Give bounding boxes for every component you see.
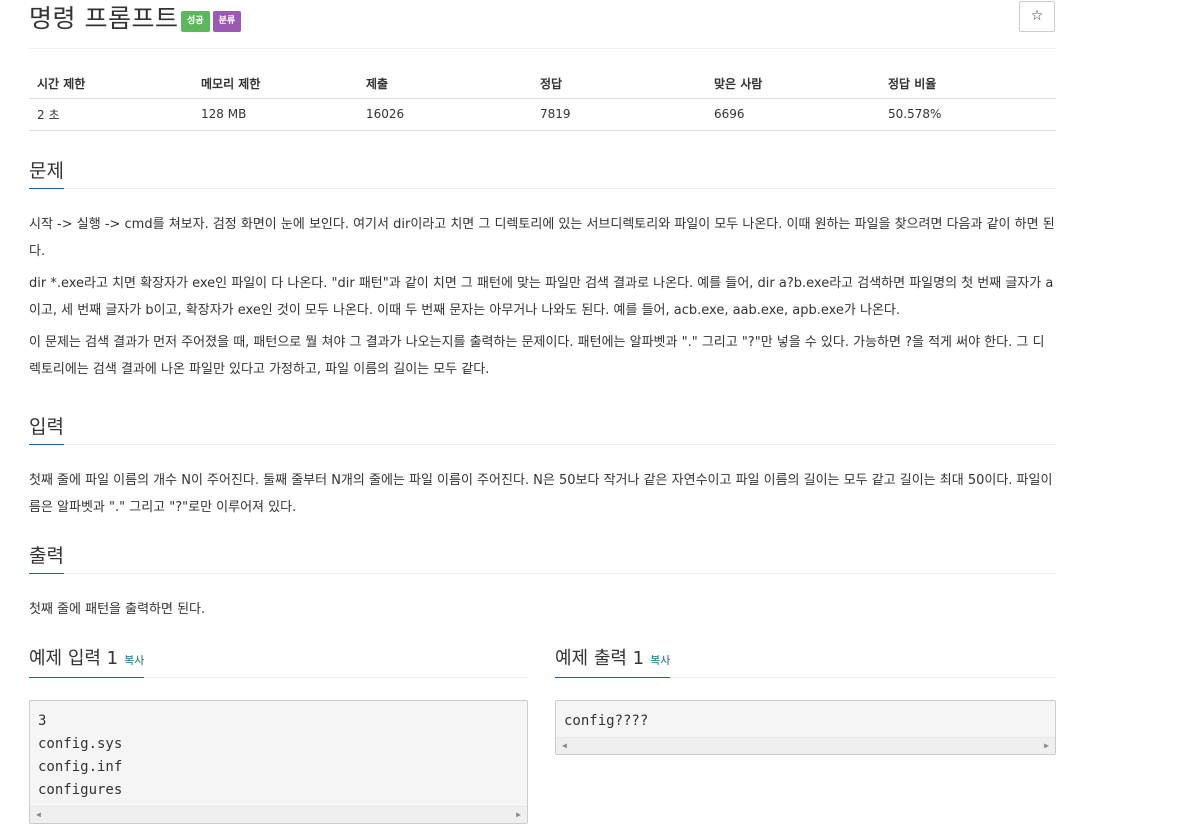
code-line: config.inf: [38, 759, 123, 775]
sample-output-heading-bar: 예제 출력 1 복사: [555, 640, 1056, 678]
description-paragraph: 이 문제는 검색 결과가 먼저 주어졌을 때, 패턴으로 뭘 쳐야 그 결과가 …: [29, 335, 1045, 377]
sample-input-lines: 3 config.sys config.inf configures: [30, 701, 527, 806]
description-body: 시작 -> 실행 -> cmd를 쳐보자. 검정 화면이 눈에 보인다. 여기서…: [29, 189, 1056, 383]
sample-input-panel: 예제 입력 1 복사 3 config.sys config.inf config…: [29, 640, 528, 824]
input-paragraph: 첫째 줄에 파일 이름의 개수 N이 주어진다. 둘째 줄부터 N개의 줄에는 …: [29, 473, 1053, 515]
output-body: 첫째 줄에 패턴을 출력하면 된다.: [29, 574, 1056, 623]
category-badge[interactable]: 분류: [212, 11, 242, 32]
header-memory-limit: 메모리 제한: [193, 70, 358, 99]
output-heading-bar: 출력: [29, 543, 1056, 574]
sample-output-code[interactable]: config???? ◀ ▶: [555, 700, 1056, 755]
header-time-limit: 시간 제한: [29, 70, 193, 99]
scroll-right-icon[interactable]: ▶: [1044, 741, 1049, 750]
value-time-limit: 2 초: [29, 98, 193, 131]
value-accepted: 7819: [532, 98, 706, 131]
value-memory-limit: 128 MB: [193, 98, 358, 131]
info-value-row: 2 초 128 MB 16026 7819 6696 50.578%: [29, 98, 1056, 131]
description-paragraph: dir *.exe라고 치면 확장자가 exe인 파일이 다 나온다. "dir…: [29, 276, 1054, 318]
value-accept-ratio: 50.578%: [880, 98, 1056, 131]
input-section: 입력 첫째 줄에 파일 이름의 개수 N이 주어진다. 둘째 줄부터 N개의 줄…: [29, 414, 1056, 521]
input-heading: 입력: [29, 414, 64, 445]
code-line: config.sys: [38, 736, 123, 752]
problem-info-table: 시간 제한 메모리 제한 제출 정답 맞은 사람 정답 비율 2 초 128 M…: [29, 70, 1056, 131]
sample-output-panel: 예제 출력 1 복사 config???? ◀ ▶: [555, 640, 1056, 755]
description-section: 문제 시작 -> 실행 -> cmd를 쳐보자. 검정 화면이 눈에 보인다. …: [29, 158, 1056, 383]
problem-header: 명령 프롬프트 성공 분류 ☆: [29, 0, 1056, 49]
copy-sample-input-button[interactable]: 복사: [124, 654, 144, 667]
info-header-row: 시간 제한 메모리 제한 제출 정답 맞은 사람 정답 비율: [29, 70, 1056, 99]
output-paragraph: 첫째 줄에 패턴을 출력하면 된다.: [29, 602, 206, 617]
input-heading-bar: 입력: [29, 414, 1056, 445]
sample-input-heading: 예제 입력 1 복사: [29, 646, 145, 678]
header-accepted: 정답: [532, 70, 706, 99]
favorite-star-button[interactable]: ☆: [1019, 1, 1055, 32]
sample-output-lines: config????: [556, 701, 1055, 737]
horizontal-scrollbar[interactable]: ◀ ▶: [30, 806, 527, 823]
horizontal-scrollbar[interactable]: ◀ ▶: [556, 737, 1055, 754]
sample-output-title: 예제 출력 1: [555, 648, 645, 669]
code-line: 3: [38, 713, 47, 729]
output-heading: 출력: [29, 543, 64, 574]
header-solved-users: 맞은 사람: [706, 70, 880, 99]
badge-group: 성공 분류: [181, 11, 242, 32]
scroll-left-icon[interactable]: ◀: [562, 741, 567, 750]
value-submissions: 16026: [358, 98, 532, 131]
value-solved-users: 6696: [706, 98, 880, 131]
output-section: 출력 첫째 줄에 패턴을 출력하면 된다.: [29, 543, 1056, 623]
scroll-right-icon[interactable]: ▶: [516, 810, 521, 819]
problem-page: 명령 프롬프트 성공 분류 ☆ 시간 제한 메모리 제한 제출 정답 맞은 사람…: [29, 0, 1056, 824]
scroll-left-icon[interactable]: ◀: [36, 810, 41, 819]
header-accept-ratio: 정답 비율: [880, 70, 1056, 99]
star-icon: ☆: [1030, 8, 1044, 24]
sample-input-title: 예제 입력 1: [29, 648, 119, 669]
description-heading: 문제: [29, 158, 64, 189]
sample-input-code[interactable]: 3 config.sys config.inf configures ◀ ▶: [29, 700, 528, 824]
description-heading-bar: 문제: [29, 158, 1056, 189]
code-line: configures: [38, 782, 123, 798]
success-badge[interactable]: 성공: [181, 11, 210, 32]
code-line: config????: [564, 713, 649, 729]
header-submissions: 제출: [358, 70, 532, 99]
sample-input-heading-bar: 예제 입력 1 복사: [29, 640, 528, 678]
description-paragraph: 시작 -> 실행 -> cmd를 쳐보자. 검정 화면이 눈에 보인다. 여기서…: [29, 217, 1055, 259]
copy-sample-output-button[interactable]: 복사: [650, 654, 670, 667]
sample-output-heading: 예제 출력 1 복사: [555, 646, 671, 678]
problem-title: 명령 프롬프트: [29, 4, 179, 33]
input-body: 첫째 줄에 파일 이름의 개수 N이 주어진다. 둘째 줄부터 N개의 줄에는 …: [29, 445, 1056, 521]
